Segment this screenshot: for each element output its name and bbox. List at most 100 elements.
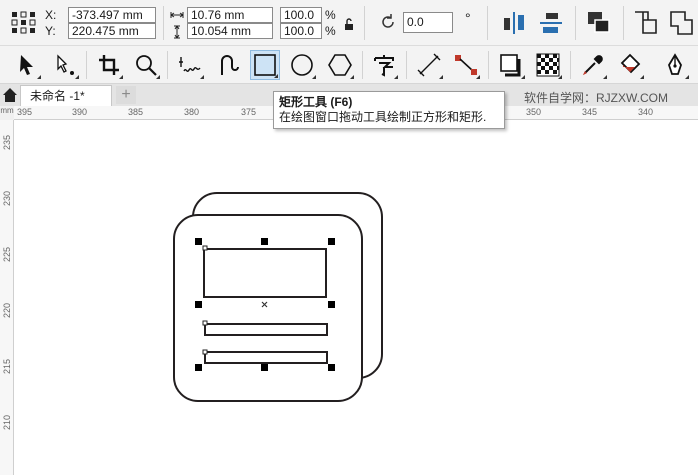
scale-x-unit: % bbox=[325, 8, 336, 22]
drawing-canvas[interactable] bbox=[14, 120, 698, 475]
tooltip-description: 在绘图窗口拖动工具绘制正方形和矩形. bbox=[279, 110, 487, 124]
separator bbox=[406, 51, 407, 79]
rotation-field[interactable]: 0.0 bbox=[403, 12, 453, 33]
ruler-tick-label: 380 bbox=[184, 107, 200, 117]
flyout-indicator bbox=[640, 75, 644, 79]
connector-tool[interactable] bbox=[451, 50, 481, 80]
magnifier-icon bbox=[136, 55, 157, 76]
checkerboard-icon bbox=[536, 53, 560, 77]
text-icon bbox=[374, 55, 394, 77]
text-tool[interactable] bbox=[369, 50, 399, 80]
y-position-field[interactable]: 220.475 mm bbox=[68, 23, 156, 39]
zoom-tool[interactable] bbox=[131, 50, 161, 80]
ruler-tick-label: 350 bbox=[526, 107, 542, 117]
flyout-indicator bbox=[521, 75, 525, 79]
parallel-dimension-tool[interactable] bbox=[414, 50, 444, 80]
combine-icon[interactable] bbox=[632, 9, 660, 37]
mirror-horizontal-icon[interactable] bbox=[500, 9, 528, 37]
ruler-tick-label: 390 bbox=[72, 107, 88, 117]
rotate-icon bbox=[382, 14, 394, 28]
freehand-tool[interactable] bbox=[175, 50, 205, 80]
separator bbox=[364, 6, 365, 40]
artistic-media-tool[interactable] bbox=[213, 50, 243, 80]
add-tab-button[interactable]: + bbox=[116, 86, 136, 104]
connector-icon bbox=[455, 55, 477, 75]
flyout-indicator bbox=[119, 75, 123, 79]
y-label: Y: bbox=[45, 24, 56, 38]
ruler-tick-label: 340 bbox=[638, 107, 654, 117]
ruler-tick-label: 225 bbox=[2, 246, 12, 262]
smart-fill-tool[interactable] bbox=[660, 50, 690, 80]
rectangle-tool-tooltip: 矩形工具 (F6) 在绘图窗口拖动工具绘制正方形和矩形. bbox=[273, 91, 505, 129]
paint-bucket-icon bbox=[620, 53, 641, 74]
polygon-tool[interactable] bbox=[325, 50, 355, 80]
ruler-tick-label: 210 bbox=[2, 414, 12, 430]
ruler-tick-label: 385 bbox=[128, 107, 144, 117]
rotation-unit: ° bbox=[465, 10, 471, 26]
crop-tool[interactable] bbox=[94, 50, 124, 80]
flyout-indicator bbox=[685, 75, 689, 79]
interactive-fill-tool[interactable] bbox=[615, 50, 645, 80]
ruler-tick-label: 235 bbox=[2, 134, 12, 150]
hexagon-icon bbox=[328, 54, 352, 76]
ruler-tick-label: 220 bbox=[2, 302, 12, 318]
width-field[interactable]: 10.76 mm bbox=[187, 7, 273, 23]
lock-ratio-icon[interactable] bbox=[342, 17, 356, 31]
drop-shadow-icon bbox=[500, 54, 521, 77]
freehand-icon bbox=[179, 57, 201, 72]
separator bbox=[86, 51, 87, 79]
ellipse-tool[interactable] bbox=[287, 50, 317, 80]
home-icon[interactable] bbox=[2, 87, 18, 103]
x-label: X: bbox=[45, 8, 57, 22]
flyout-indicator bbox=[75, 75, 79, 79]
height-icon bbox=[174, 25, 180, 39]
flyout-indicator bbox=[439, 75, 443, 79]
ruler-tick-label: 230 bbox=[2, 190, 12, 206]
node-edit-icon bbox=[57, 54, 74, 75]
arrange-order-icon[interactable] bbox=[585, 9, 613, 37]
ruler-tick-label: 375 bbox=[241, 107, 257, 117]
flyout-indicator bbox=[156, 75, 160, 79]
mirror-vertical-icon[interactable] bbox=[537, 9, 565, 37]
property-bar: X: Y: -373.497 mm 220.475 mm 10.76 mm 10… bbox=[0, 0, 698, 46]
weld-icon[interactable] bbox=[668, 9, 696, 37]
vertical-ruler[interactable]: 235 230 225 220 215 210 bbox=[0, 106, 14, 475]
x-position-field[interactable]: -373.497 mm bbox=[68, 7, 156, 23]
separator bbox=[488, 51, 489, 79]
object-origin-icon[interactable] bbox=[11, 11, 37, 35]
flyout-indicator bbox=[200, 75, 204, 79]
arrow-cursor-icon bbox=[20, 55, 33, 75]
eyedropper-icon bbox=[582, 55, 603, 76]
rectangle-tool[interactable] bbox=[250, 50, 280, 80]
scale-y-unit: % bbox=[325, 24, 336, 38]
separator bbox=[575, 6, 576, 40]
flyout-indicator bbox=[274, 74, 278, 78]
separator bbox=[487, 6, 488, 40]
flyout-indicator bbox=[476, 75, 480, 79]
separator bbox=[167, 51, 168, 79]
watermark-text: 软件自学网：RJZXW.COM bbox=[524, 91, 668, 105]
ruler-tick-label: 345 bbox=[582, 107, 598, 117]
flyout-indicator bbox=[558, 75, 562, 79]
tab-document[interactable]: 未命名 -1* bbox=[20, 85, 112, 106]
ellipse-icon bbox=[291, 54, 313, 76]
height-field[interactable]: 10.054 mm bbox=[187, 23, 273, 39]
scale-x-field[interactable]: 100.0 bbox=[280, 7, 322, 23]
toolbox bbox=[0, 46, 698, 84]
shape-tool[interactable] bbox=[50, 50, 80, 80]
crop-icon bbox=[99, 55, 119, 75]
flyout-indicator bbox=[394, 75, 398, 79]
separator bbox=[163, 6, 164, 40]
ruler-tick-label: 215 bbox=[2, 358, 12, 374]
flyout-indicator bbox=[312, 75, 316, 79]
separator bbox=[362, 51, 363, 79]
flyout-indicator bbox=[37, 75, 41, 79]
ruler-origin[interactable]: mm bbox=[0, 106, 14, 120]
drop-shadow-tool[interactable] bbox=[496, 50, 526, 80]
pick-tool[interactable] bbox=[12, 50, 42, 80]
ruler-tick-label: 395 bbox=[17, 107, 33, 117]
eyedropper-tool[interactable] bbox=[578, 50, 608, 80]
transparency-tool[interactable] bbox=[533, 50, 563, 80]
tooltip-title: 矩形工具 (F6) bbox=[279, 95, 353, 109]
scale-y-field[interactable]: 100.0 bbox=[280, 23, 322, 39]
